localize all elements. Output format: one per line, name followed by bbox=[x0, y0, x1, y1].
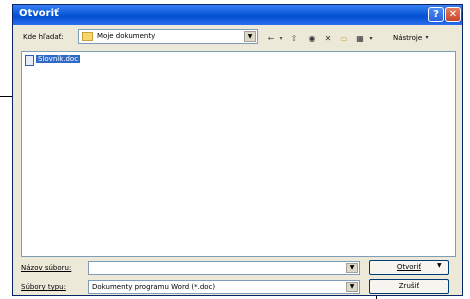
chevron-down-icon[interactable]: ▼ bbox=[346, 263, 358, 273]
look-in-combo[interactable]: Moje dokumenty ▼ bbox=[78, 29, 258, 44]
file-list[interactable]: Slovník.doc bbox=[21, 51, 456, 257]
open-button-label: Otvoriť bbox=[396, 263, 422, 271]
word-document-icon bbox=[25, 55, 34, 66]
filetype-label: Súbory typu: bbox=[21, 283, 66, 291]
chevron-down-icon[interactable]: ▼ bbox=[346, 282, 358, 292]
views-dropdown-icon[interactable]: ▾ bbox=[367, 32, 375, 46]
window-title: Otvoriť bbox=[19, 8, 59, 19]
cancel-button-label: Zrušiť bbox=[398, 282, 420, 290]
help-button[interactable]: ? bbox=[428, 7, 444, 22]
open-dialog: Otvoriť ? ✕ Kde hľadať: Moje dokumenty ▼… bbox=[12, 4, 463, 296]
cancel-button[interactable]: Zrušiť bbox=[369, 279, 449, 294]
up-folder-icon[interactable]: ⇧ bbox=[287, 32, 301, 46]
close-button[interactable]: ✕ bbox=[445, 7, 461, 22]
look-in-value: Moje dokumenty bbox=[97, 32, 156, 40]
back-dropdown-icon[interactable]: ▾ bbox=[277, 32, 285, 46]
views-icon[interactable]: ▦ bbox=[353, 32, 367, 46]
delete-icon[interactable]: ✕ bbox=[321, 32, 335, 46]
filename-combo[interactable]: ▼ bbox=[88, 261, 360, 275]
search-web-icon[interactable]: ◉ bbox=[305, 32, 319, 46]
filename-label: Názov súboru: bbox=[21, 264, 72, 272]
chevron-down-icon[interactable]: ▼ bbox=[244, 31, 256, 42]
filetype-combo[interactable]: Dokumenty programu Word (*.doc) ▼ bbox=[88, 280, 360, 294]
folder-icon bbox=[82, 32, 93, 41]
open-dropdown-arrow[interactable]: ▼ bbox=[437, 262, 442, 269]
new-folder-icon[interactable]: ▭ bbox=[337, 32, 351, 46]
tools-menu-button[interactable]: Nástroje bbox=[393, 34, 422, 42]
title-bar: Otvoriť ? ✕ bbox=[13, 5, 462, 25]
filetype-value: Dokumenty programu Word (*.doc) bbox=[92, 283, 216, 291]
file-name: Slovník.doc bbox=[36, 55, 81, 63]
look-in-label: Kde hľadať: bbox=[23, 33, 64, 41]
tools-dropdown-icon[interactable]: ▾ bbox=[423, 31, 431, 45]
